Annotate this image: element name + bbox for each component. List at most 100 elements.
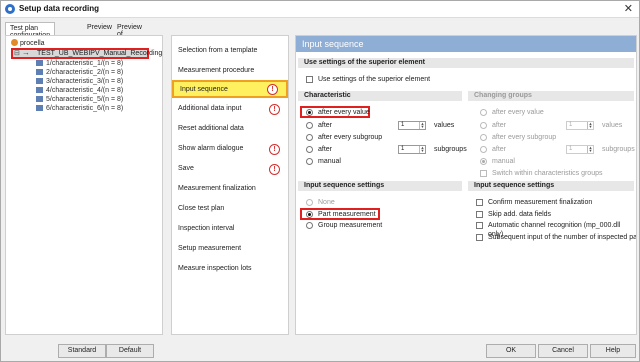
label-after-every-value: after every value	[318, 109, 370, 116]
default-button[interactable]: Default	[106, 344, 154, 358]
tree-characteristic-2[interactable]: 2/characteristic_2/(n = 8)	[36, 69, 123, 78]
nav-label: Additional data input	[178, 105, 242, 112]
characteristic-icon	[36, 96, 43, 102]
subgroups-spinner[interactable]: 1 ▲ ▼	[398, 145, 426, 154]
radio-groups-after-every-value[interactable]	[480, 109, 487, 116]
radio-groups-after-subgroups[interactable]	[480, 146, 487, 153]
tree-characteristic-1[interactable]: 1/characteristic_1/(n = 8)	[36, 60, 123, 69]
radio-after-subgroups[interactable]	[306, 146, 313, 153]
tree-root[interactable]: procella	[11, 39, 45, 47]
nav-label: Inspection interval	[178, 225, 235, 232]
procella-icon	[11, 39, 18, 46]
panel-title: Input sequence	[296, 36, 636, 52]
characteristic-label: 2/characteristic_2/(n = 8)	[46, 69, 124, 76]
nav-selection-from-template[interactable]: Selection from a template	[172, 42, 288, 60]
warning-icon: !	[267, 84, 278, 95]
tree-characteristic-3[interactable]: 3/characteristic_3/(n = 8)	[36, 78, 123, 87]
values-spinner[interactable]: 1 ▲ ▼	[398, 121, 426, 130]
input-settings-left-heading: Input sequence settings	[298, 181, 462, 191]
label-group-measurement: Group measurement	[318, 222, 383, 229]
radio-group-measurement[interactable]	[306, 222, 313, 229]
superior-section-heading: Use settings of the superior element	[298, 58, 634, 68]
label-auto-channel: Automatic channel recognition (mp_000.dl…	[488, 222, 621, 238]
nav-label: Input sequence	[180, 86, 228, 93]
nav-label: Save	[178, 165, 194, 172]
ok-button[interactable]: OK	[486, 344, 536, 358]
label-subgroups: subgroups	[434, 146, 467, 153]
nav-save[interactable]: Save!	[172, 160, 288, 178]
characteristic-label: 4/characteristic_4/(n = 8)	[46, 87, 124, 94]
label-confirm-finalization: Confirm measurement finalization	[488, 199, 593, 206]
radio-groups-after-every-subgroup[interactable]	[480, 134, 487, 141]
spinner-arrows-icon[interactable]: ▲ ▼	[419, 146, 425, 153]
radio-part-measurement[interactable]	[306, 211, 313, 218]
nav-label: Measure inspection lots	[178, 265, 252, 272]
collapse-icon[interactable]: ⊟	[14, 50, 20, 57]
button-bar: Standard Default OK Cancel Help	[1, 341, 639, 361]
help-button[interactable]: Help	[590, 344, 636, 358]
nav-measurement-procedure[interactable]: Measurement procedure	[172, 62, 288, 80]
label-groups-manual: manual	[492, 158, 515, 165]
tab-preview-of-template[interactable]: Preview of template	[113, 22, 148, 45]
nav-label: Measurement procedure	[178, 67, 255, 74]
characteristic-icon	[36, 87, 43, 93]
confirm-finalization-checkbox[interactable]	[476, 199, 483, 206]
label-manual: manual	[318, 158, 341, 165]
tree-test-plan[interactable]: ⊟ → TEST_UB_WEBIPV_Manual_Recording	[11, 48, 162, 59]
tab-preview[interactable]: Preview	[83, 22, 116, 35]
nav-label: Selection from a template	[178, 47, 258, 54]
standard-button[interactable]: Standard	[58, 344, 106, 358]
dialog-window: Setup data recording ✕ Test plan configu…	[0, 0, 640, 362]
radio-groups-manual[interactable]	[480, 158, 487, 165]
cancel-button[interactable]: Cancel	[538, 344, 588, 358]
subsequent-input-checkbox[interactable]	[476, 234, 483, 241]
tree-root-label: procella	[20, 40, 45, 47]
label-groups-subgroups: subgroups	[602, 146, 635, 153]
auto-channel-checkbox[interactable]	[476, 222, 483, 229]
tree-characteristic-6[interactable]: 6/characteristic_6/(n = 8)	[36, 105, 123, 114]
title-bar: Setup data recording ✕	[1, 1, 639, 18]
test-plan-label: TEST_UB_WEBIPV_Manual_Recording	[37, 50, 163, 57]
tree-characteristic-4[interactable]: 4/characteristic_4/(n = 8)	[36, 87, 123, 96]
use-superior-label: Use settings of the superior element	[318, 76, 431, 83]
nav-reset-additional-data[interactable]: Reset additional data	[172, 120, 288, 138]
label-groups-after: after	[492, 122, 507, 129]
nav-measurement-finalization[interactable]: Measurement finalization	[172, 180, 288, 198]
label-groups-after-subgroups: after	[492, 146, 507, 153]
arrow-right-icon: →	[22, 48, 30, 57]
use-superior-checkbox[interactable]	[306, 76, 313, 83]
nav-setup-measurement[interactable]: Setup measurement	[172, 240, 288, 258]
characteristic-label: 3/characteristic_3/(n = 8)	[46, 78, 124, 85]
skip-add-data-checkbox[interactable]	[476, 211, 483, 218]
spinner-arrows-icon[interactable]: ▲ ▼	[587, 122, 593, 129]
characteristic-icon	[36, 105, 43, 111]
nav-input-sequence[interactable]: Input sequence!	[172, 80, 288, 98]
radio-groups-after-values[interactable]	[480, 122, 487, 129]
nav-close-test-plan[interactable]: Close test plan	[172, 200, 288, 218]
groups-subgroups-spinner[interactable]: 1 ▲ ▼	[566, 145, 594, 154]
switch-within-groups-checkbox[interactable]	[480, 170, 487, 177]
tree-characteristic-5[interactable]: 5/characteristic_5/(n = 8)	[36, 96, 123, 105]
groups-values-spinner-value: 1	[569, 122, 573, 128]
label-groups-values: values	[602, 122, 623, 129]
characteristic-icon	[36, 60, 43, 66]
nav-show-alarm-dialogue[interactable]: Show alarm dialogue!	[172, 140, 288, 158]
radio-none[interactable]	[306, 199, 313, 206]
input-sequence-panel: Input sequence Use settings of the super…	[295, 35, 637, 335]
label-part-measurement: Part measurement	[318, 211, 376, 218]
nav-measure-inspection-lots[interactable]: Measure inspection lots	[172, 260, 288, 278]
label-after-every-subgroup: after every subgroup	[318, 134, 383, 141]
radio-after-every-value[interactable]	[306, 109, 313, 116]
spinner-arrows-icon[interactable]: ▲ ▼	[419, 122, 425, 129]
nav-inspection-interval[interactable]: Inspection interval	[172, 220, 288, 238]
label-subsequent-input: Subsequent input of the number of inspec…	[488, 234, 636, 241]
characteristic-label: 6/characteristic_6/(n = 8)	[46, 105, 124, 112]
radio-after-values[interactable]	[306, 122, 313, 129]
groups-values-spinner[interactable]: 1 ▲ ▼	[566, 121, 594, 130]
radio-manual[interactable]	[306, 158, 313, 165]
radio-after-every-subgroup[interactable]	[306, 134, 313, 141]
spinner-arrows-icon[interactable]: ▲ ▼	[587, 146, 593, 153]
tab-test-plan-configuration[interactable]: Test plan configuration	[5, 22, 56, 39]
nav-additional-data-input[interactable]: Additional data input!	[172, 100, 288, 118]
close-icon[interactable]: ✕	[624, 2, 633, 15]
